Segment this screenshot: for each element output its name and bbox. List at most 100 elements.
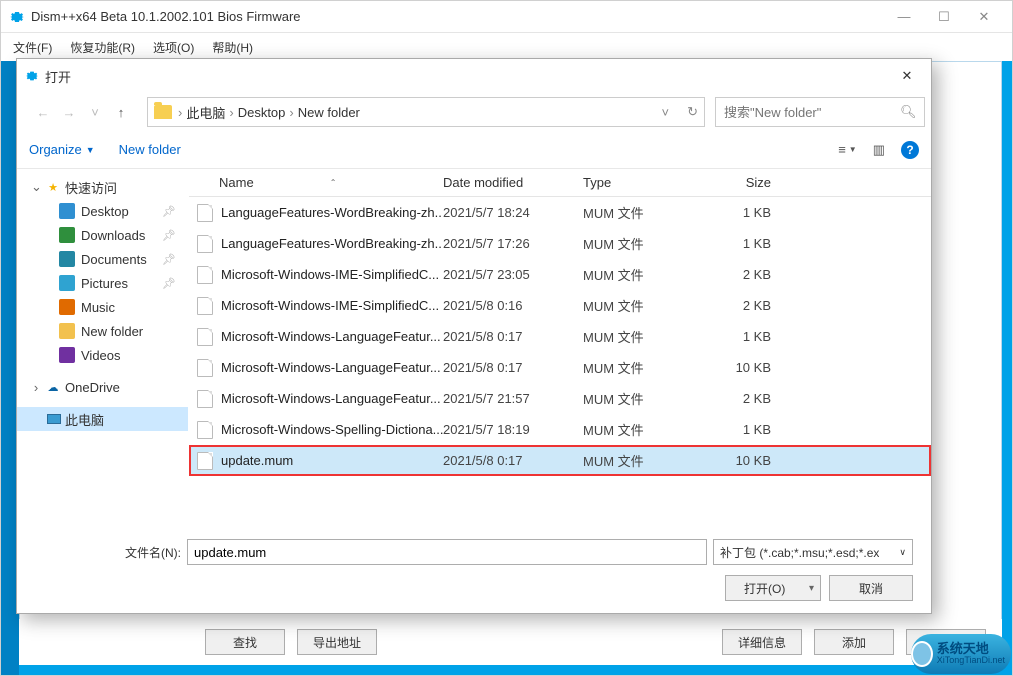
chevron-down-icon: ▼ xyxy=(86,145,95,155)
expand-icon[interactable]: › xyxy=(31,380,41,395)
file-icon xyxy=(197,297,213,315)
recent-dropdown[interactable]: ˅ xyxy=(83,100,107,124)
help-icon[interactable]: ? xyxy=(901,141,919,159)
file-name: Microsoft-Windows-LanguageFeatur... xyxy=(221,329,441,344)
preview-pane-icon[interactable]: ▥ xyxy=(873,142,885,158)
sidebar-item-label: Music xyxy=(81,300,115,315)
dialog-gear-icon xyxy=(25,69,39,83)
file-type: MUM 文件 xyxy=(583,296,701,315)
dialog-body: ⌄ ★ 快速访问 Desktop📌︎Downloads📌︎Documents📌︎… xyxy=(17,169,931,527)
file-type: MUM 文件 xyxy=(583,265,701,284)
app-gear-icon xyxy=(9,9,25,25)
column-type[interactable]: Type xyxy=(583,175,701,190)
file-type-filter[interactable]: 补丁包 (*.cab;*.msu;*.esd;*.ex ∨ xyxy=(713,539,913,565)
sidebar-item-label: Desktop xyxy=(81,204,129,219)
tree-onedrive[interactable]: › ☁ OneDrive xyxy=(17,375,188,399)
file-icon xyxy=(197,235,213,253)
file-row[interactable]: LanguageFeatures-WordBreaking-zh...2021/… xyxy=(189,228,931,259)
pin-icon: 📌︎ xyxy=(162,277,176,290)
sidebar-item[interactable]: Desktop📌︎ xyxy=(17,199,188,223)
file-pane: Name ⌃ Date modified Type Size LanguageF… xyxy=(189,169,931,527)
sidebar-item[interactable]: Videos xyxy=(17,343,188,367)
chevron-right-icon: › xyxy=(178,105,182,120)
videos-icon xyxy=(59,347,75,363)
file-date: 2021/5/8 0:17 xyxy=(443,329,583,344)
find-button[interactable]: 查找 xyxy=(205,629,285,655)
menu-file[interactable]: 文件(F) xyxy=(13,39,52,56)
file-icon xyxy=(197,390,213,408)
file-row[interactable]: Microsoft-Windows-IME-SimplifiedC...2021… xyxy=(189,259,931,290)
filename-input[interactable] xyxy=(187,539,707,565)
file-type: MUM 文件 xyxy=(583,451,701,470)
file-type: MUM 文件 xyxy=(583,420,701,439)
add-button[interactable]: 添加 xyxy=(814,629,894,655)
address-dropdown-icon[interactable]: ˅ xyxy=(662,105,670,120)
search-box[interactable]: 🔍︎ xyxy=(715,97,925,127)
sidebar-item[interactable]: Downloads 📌︎ xyxy=(17,223,188,247)
column-name[interactable]: Name ⌃ xyxy=(189,175,443,190)
navigation-sidebar: ⌄ ★ 快速访问 Desktop📌︎Downloads📌︎Documents📌︎… xyxy=(17,169,189,527)
file-date: 2021/5/7 23:05 xyxy=(443,267,583,282)
pin-icon: 📌︎ xyxy=(162,229,176,242)
file-row[interactable]: Microsoft-Windows-LanguageFeatur...2021/… xyxy=(189,383,931,414)
file-row[interactable]: LanguageFeatures-WordBreaking-zh...2021/… xyxy=(189,197,931,228)
cancel-button[interactable]: 取消 xyxy=(829,575,913,601)
forward-button[interactable]: → xyxy=(57,100,81,124)
filename-label: 文件名(N): xyxy=(125,544,181,561)
file-list[interactable]: LanguageFeatures-WordBreaking-zh...2021/… xyxy=(189,197,931,527)
maximize-button[interactable]: ☐ xyxy=(924,3,964,31)
column-date[interactable]: Date modified xyxy=(443,175,583,190)
menubar: 文件(F) 恢复功能(R) 选项(O) 帮助(H) xyxy=(1,33,1012,61)
chevron-right-icon: › xyxy=(289,105,293,120)
breadcrumb-desktop[interactable]: Desktop xyxy=(238,105,286,120)
tree-this-pc[interactable]: 此电脑 xyxy=(17,407,188,431)
address-bar[interactable]: › 此电脑 › Desktop › New folder ˅ ↻ xyxy=(147,97,705,127)
tree-quick-access[interactable]: ⌄ ★ 快速访问 xyxy=(17,175,188,199)
minimize-button[interactable]: — xyxy=(884,3,924,31)
dialog-close-button[interactable]: ✕ xyxy=(891,62,923,90)
file-row[interactable]: Microsoft-Windows-IME-SimplifiedC...2021… xyxy=(189,290,931,321)
sidebar-item[interactable]: Pictures📌︎ xyxy=(17,271,188,295)
window-title: Dism++x64 Beta 10.1.2002.101 Bios Firmwa… xyxy=(31,9,884,24)
sort-caret-icon: ⌃ xyxy=(330,178,337,187)
menu-help[interactable]: 帮助(H) xyxy=(212,39,253,56)
file-date: 2021/5/7 21:57 xyxy=(443,391,583,406)
refresh-icon[interactable]: ↻ xyxy=(687,104,698,120)
details-button[interactable]: 详细信息 xyxy=(722,629,802,655)
file-date: 2021/5/8 0:17 xyxy=(443,360,583,375)
file-name: Microsoft-Windows-IME-SimplifiedC... xyxy=(221,298,439,313)
file-row[interactable]: Microsoft-Windows-LanguageFeatur...2021/… xyxy=(189,352,931,383)
sidebar-item[interactable]: New folder xyxy=(17,319,188,343)
back-button[interactable]: ← xyxy=(31,100,55,124)
search-icon[interactable]: 🔍︎ xyxy=(900,104,917,120)
music-icon xyxy=(59,299,75,315)
menu-recovery[interactable]: 恢复功能(R) xyxy=(70,39,135,56)
sidebar-item[interactable]: Documents📌︎ xyxy=(17,247,188,271)
search-input[interactable] xyxy=(724,105,900,120)
up-button[interactable]: ↑ xyxy=(109,100,133,124)
file-row[interactable]: Microsoft-Windows-LanguageFeatur...2021/… xyxy=(189,321,931,352)
open-button[interactable]: 打开(O)▾ xyxy=(725,575,821,601)
breadcrumb-pc[interactable]: 此电脑 xyxy=(186,103,225,122)
folder-icon xyxy=(154,105,172,119)
column-size[interactable]: Size xyxy=(701,175,781,190)
sidebar-item[interactable]: Music xyxy=(17,295,188,319)
breadcrumb-folder[interactable]: New folder xyxy=(298,105,360,120)
file-row[interactable]: Microsoft-Windows-Spelling-Dictiona...20… xyxy=(189,414,931,445)
file-row[interactable]: update.mum2021/5/8 0:17MUM 文件10 KB xyxy=(189,445,931,476)
docs-icon xyxy=(59,251,75,267)
pin-icon: 📌︎ xyxy=(162,253,176,266)
new-folder-button[interactable]: New folder xyxy=(119,142,181,157)
close-button[interactable]: ✕ xyxy=(964,3,1004,31)
menu-options[interactable]: 选项(O) xyxy=(153,39,194,56)
bottom-toolbar: 查找 导出地址 详细信息 添加 扫描 xyxy=(19,619,1002,665)
file-icon xyxy=(197,452,213,470)
file-size: 1 KB xyxy=(701,422,781,437)
view-menu[interactable]: ≡ ▼ xyxy=(838,142,857,157)
expand-icon[interactable]: ⌄ xyxy=(31,179,41,195)
sidebar-item-label: Downloads xyxy=(81,228,145,243)
sidebar-item-label: New folder xyxy=(81,324,143,339)
file-date: 2021/5/8 0:17 xyxy=(443,453,583,468)
organize-menu[interactable]: Organize ▼ xyxy=(29,142,95,157)
export-button[interactable]: 导出地址 xyxy=(297,629,377,655)
